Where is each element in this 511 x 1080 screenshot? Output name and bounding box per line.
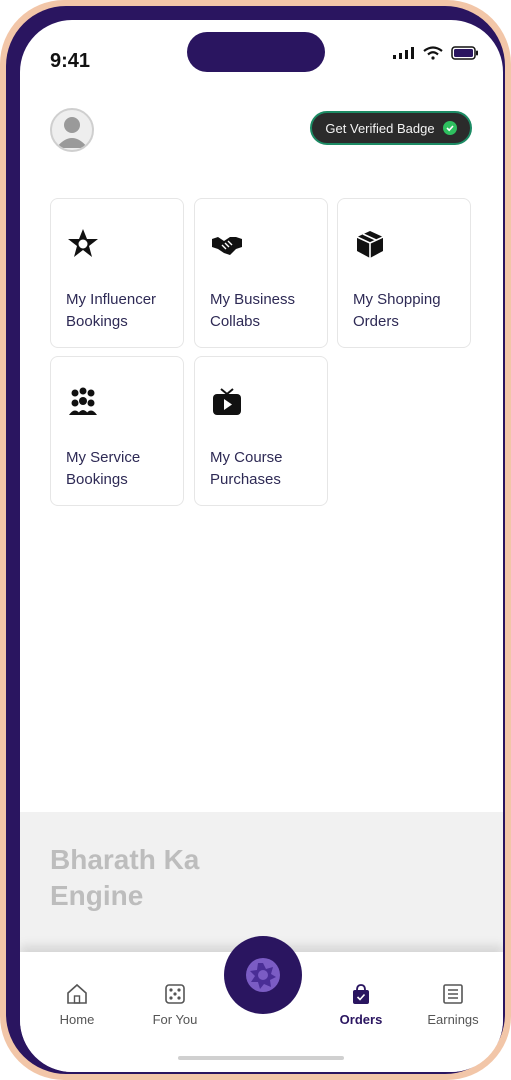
battery-icon [451, 46, 478, 60]
card-shopping-orders[interactable]: My Shopping Orders [337, 198, 471, 348]
card-label: My Service Bookings [66, 449, 141, 488]
device-frame: 9:41 Get Verified Badge My Influencer Bo… [6, 6, 505, 1074]
center-action-button[interactable] [224, 936, 302, 1014]
get-verified-badge-button[interactable]: Get Verified Badge [310, 111, 472, 145]
nav-item-home[interactable]: Home [32, 982, 122, 1027]
card-service-bookings[interactable]: My Service Bookings [50, 356, 184, 506]
group-icon [69, 387, 97, 415]
bottom-navigation: Home For You Orders Earnings [20, 936, 503, 1072]
nav-label: Orders [339, 1012, 383, 1027]
nav-item-orders[interactable]: Orders [316, 982, 406, 1027]
status-time: 9:41 [50, 50, 91, 72]
card-label: My Course Purchases [210, 449, 283, 488]
card-label: My Influencer Bookings [66, 291, 157, 330]
tv-play-icon [213, 388, 241, 415]
nav-label: For You [152, 1012, 198, 1027]
signal-icon [393, 47, 414, 59]
nav-item-for-you[interactable]: For You [130, 982, 220, 1027]
banner-text: Bharath Ka Engine [50, 842, 199, 914]
card-course-purchases[interactable]: My Course Purchases [194, 356, 328, 506]
profile-avatar[interactable] [50, 108, 94, 152]
card-influencer-bookings[interactable]: My Influencer Bookings [50, 198, 184, 348]
card-business-collabs[interactable]: My Business Collabs [194, 198, 328, 348]
gear-icon [246, 958, 280, 992]
nav-item-earnings[interactable]: Earnings [408, 982, 498, 1027]
app-screen: 9:41 Get Verified Badge My Influencer Bo… [20, 20, 503, 1072]
handshake-icon [212, 237, 242, 255]
home-icon [67, 983, 87, 1004]
wifi-icon [423, 46, 443, 60]
receipt-icon [443, 984, 463, 1004]
star-badge-icon [68, 229, 98, 257]
dice-icon [165, 984, 185, 1004]
user-icon [56, 117, 88, 148]
banner-line-2: Engine [50, 880, 144, 911]
card-label: My Business Collabs [210, 291, 296, 330]
box-icon [356, 231, 384, 258]
device-frame-outer: 9:41 Get Verified Badge My Influencer Bo… [0, 0, 511, 1080]
shopping-bag-icon [353, 984, 369, 1004]
nav-label: Earnings [427, 1012, 479, 1027]
nav-label: Home [59, 1012, 95, 1027]
home-indicator [178, 1056, 344, 1060]
card-label: My Shopping Orders [353, 291, 441, 330]
status-icons [393, 46, 479, 60]
dynamic-island [187, 32, 325, 72]
check-icon [442, 121, 457, 135]
banner-line-1: Bharath Ka [50, 844, 200, 875]
verified-badge-label: Get Verified Badge [325, 120, 435, 136]
